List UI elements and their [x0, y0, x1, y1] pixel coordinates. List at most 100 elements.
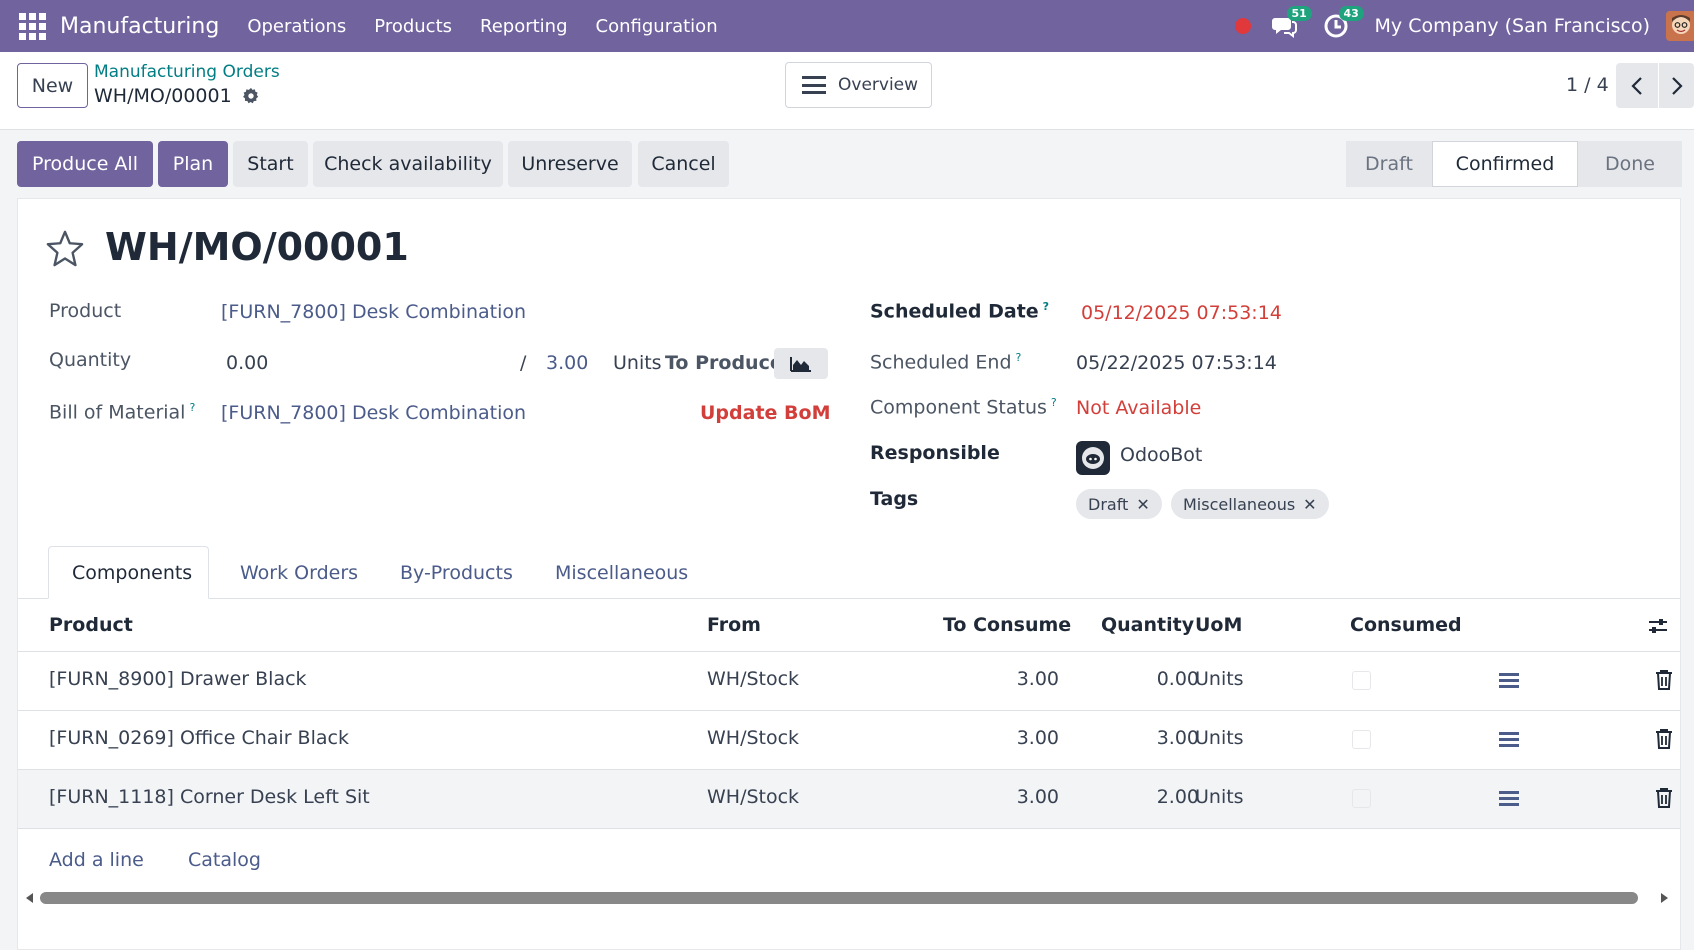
- stage-draft[interactable]: Draft: [1346, 141, 1432, 187]
- product-label: Product: [49, 300, 122, 322]
- gear-icon[interactable]: [242, 87, 260, 105]
- new-button[interactable]: New: [17, 63, 88, 108]
- tag-miscellaneous-label: Miscellaneous: [1183, 494, 1296, 514]
- detailed-operations-icon[interactable]: [1498, 671, 1520, 691]
- quantity-separator: /: [520, 352, 527, 374]
- tab-components[interactable]: Components: [48, 546, 209, 599]
- tab-work-orders[interactable]: Work Orders: [217, 546, 381, 599]
- trash-icon[interactable]: [1654, 728, 1674, 750]
- scroll-left-icon[interactable]: [24, 892, 34, 904]
- add-line-link[interactable]: Add a line: [49, 849, 144, 871]
- uom-field[interactable]: Units: [613, 352, 662, 374]
- row-uom: Units: [1195, 668, 1244, 690]
- menu-products[interactable]: Products: [374, 16, 452, 37]
- tab-miscellaneous[interactable]: Miscellaneous: [532, 546, 711, 599]
- horizontal-scrollbar[interactable]: [18, 887, 1680, 907]
- col-consumed[interactable]: Consumed: [1350, 614, 1462, 636]
- tab-by-products[interactable]: By-Products: [377, 546, 536, 599]
- row-product: [FURN_1118] Corner Desk Left Sit: [49, 786, 370, 808]
- scheduled-end-field[interactable]: 05/22/2025 07:53:14: [1076, 352, 1277, 374]
- scheduled-end-label: Scheduled End?: [870, 351, 1022, 374]
- check-availability-button[interactable]: Check availability: [313, 141, 503, 187]
- detailed-operations-icon[interactable]: [1498, 730, 1520, 750]
- recording-indicator-icon[interactable]: [1234, 18, 1251, 34]
- tag-miscellaneous: Miscellaneous ✕: [1171, 489, 1329, 519]
- row-from: WH/Stock: [707, 786, 800, 808]
- responsible-field[interactable]: OdooBot: [1120, 444, 1202, 466]
- close-icon[interactable]: ✕: [1303, 495, 1316, 514]
- tag-draft: Draft ✕: [1076, 489, 1162, 519]
- row-to-consume: 3.00: [1016, 668, 1059, 690]
- app-name[interactable]: Manufacturing: [60, 14, 219, 39]
- table-row[interactable]: [FURN_0269] Office Chair Black WH/Stock …: [18, 711, 1680, 770]
- col-uom[interactable]: UoM: [1195, 614, 1242, 636]
- row-product: [FURN_8900] Drawer Black: [49, 668, 307, 690]
- row-from: WH/Stock: [707, 668, 800, 690]
- pager-next-button[interactable]: [1659, 63, 1694, 108]
- quantity-input[interactable]: 0.00: [226, 352, 268, 374]
- user-avatar[interactable]: [1666, 11, 1694, 41]
- forecast-chart-button[interactable]: [774, 348, 828, 379]
- tags-label: Tags: [870, 488, 919, 510]
- detailed-operations-icon[interactable]: [1498, 789, 1520, 809]
- user-avatar-icon: [1666, 11, 1694, 41]
- trash-icon[interactable]: [1654, 669, 1674, 691]
- scheduled-date-field[interactable]: 05/12/2025 07:53:14: [1081, 302, 1282, 324]
- column-settings-icon[interactable]: [1646, 615, 1670, 637]
- produce-all-button[interactable]: Produce All: [17, 141, 153, 187]
- unreserve-button[interactable]: Unreserve: [508, 141, 632, 187]
- col-quantity[interactable]: Quantity: [1101, 614, 1194, 636]
- company-switcher[interactable]: My Company (San Francisco): [1375, 15, 1650, 37]
- col-to-consume[interactable]: To Consume: [943, 614, 1071, 636]
- breadcrumb-current-label: WH/MO/00001: [94, 85, 232, 107]
- trash-icon[interactable]: [1654, 787, 1674, 809]
- plan-button[interactable]: Plan: [158, 141, 228, 187]
- table-row[interactable]: [FURN_1118] Corner Desk Left Sit WH/Stoc…: [18, 770, 1680, 829]
- consumed-checkbox[interactable]: [1352, 671, 1371, 690]
- start-button[interactable]: Start: [233, 141, 308, 187]
- col-from[interactable]: From: [707, 614, 761, 636]
- scroll-right-icon[interactable]: [1660, 892, 1670, 904]
- stage-done[interactable]: Done: [1578, 141, 1682, 187]
- tag-draft-label: Draft: [1088, 494, 1129, 514]
- menu-operations[interactable]: Operations: [247, 16, 346, 37]
- menu-configuration[interactable]: Configuration: [596, 16, 718, 37]
- messages-button[interactable]: 51: [1271, 6, 1312, 39]
- pager-value[interactable]: 1 / 4: [1566, 74, 1609, 96]
- update-bom-button[interactable]: Update BoM: [700, 402, 830, 424]
- overview-button[interactable]: Overview: [785, 62, 932, 108]
- close-icon[interactable]: ✕: [1136, 495, 1149, 514]
- messages-count-badge: 51: [1286, 6, 1312, 21]
- breadcrumb-current: WH/MO/00001: [94, 85, 260, 107]
- activities-button[interactable]: 43: [1323, 6, 1364, 39]
- area-chart-icon: [790, 356, 811, 372]
- table-row[interactable]: [FURN_8900] Drawer Black WH/Stock 3.00 0…: [18, 652, 1680, 711]
- catalog-link[interactable]: Catalog: [188, 849, 261, 871]
- bom-field[interactable]: [FURN_7800] Desk Combination: [221, 402, 526, 424]
- pager-previous-button[interactable]: [1616, 63, 1658, 108]
- robot-icon: [1082, 447, 1104, 469]
- record-title: WH/MO/00001: [105, 225, 409, 269]
- quantity-target[interactable]: 3.00: [546, 352, 588, 374]
- row-quantity[interactable]: 3.00: [1157, 727, 1199, 749]
- stage-confirmed[interactable]: Confirmed: [1432, 141, 1578, 187]
- star-icon[interactable]: [46, 229, 84, 267]
- bom-label: Bill of Material?: [49, 401, 196, 424]
- control-panel: New Manufacturing Orders WH/MO/00001 Ove…: [0, 52, 1694, 130]
- consumed-checkbox[interactable]: [1352, 789, 1371, 808]
- scheduled-date-label: Scheduled Date?: [870, 300, 1050, 323]
- col-product[interactable]: Product: [49, 614, 133, 636]
- menu-reporting[interactable]: Reporting: [480, 16, 568, 37]
- row-quantity[interactable]: 2.00: [1157, 786, 1199, 808]
- cancel-button[interactable]: Cancel: [638, 141, 729, 187]
- row-quantity[interactable]: 0.00: [1157, 668, 1199, 690]
- consumed-checkbox[interactable]: [1352, 730, 1371, 749]
- scrollbar-thumb[interactable]: [40, 892, 1638, 904]
- row-uom: Units: [1195, 786, 1244, 808]
- component-status-label: Component Status?: [870, 396, 1057, 419]
- apps-menu-icon[interactable]: [18, 12, 46, 40]
- breadcrumb-parent[interactable]: Manufacturing Orders: [94, 62, 280, 82]
- list-icon: [802, 76, 826, 94]
- product-field[interactable]: [FURN_7800] Desk Combination: [221, 301, 526, 323]
- stage-done-label: Done: [1605, 153, 1655, 175]
